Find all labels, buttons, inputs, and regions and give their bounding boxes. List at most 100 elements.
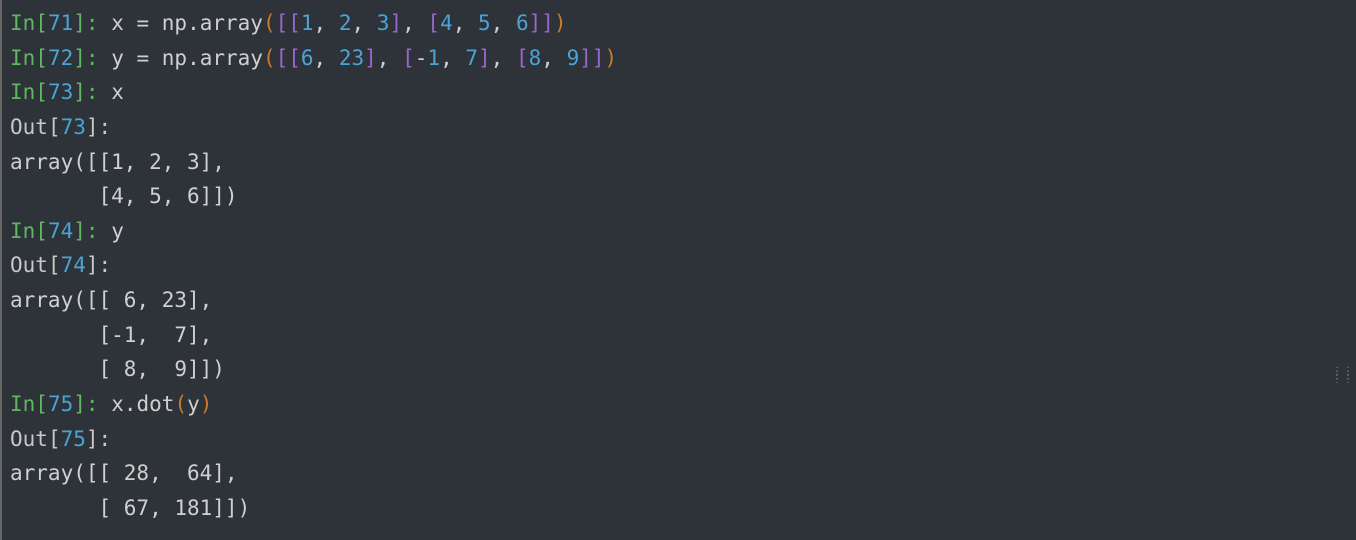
in-prompt-rbracket: ] xyxy=(73,11,86,35)
in-prompt-label: In xyxy=(10,80,35,104)
in-prompt-lbracket: [ xyxy=(35,46,48,70)
bracket: [ xyxy=(427,11,440,35)
number-literal: 2 xyxy=(339,11,352,35)
in-prompt-rbracket: ] xyxy=(73,46,86,70)
prompt-colon: : xyxy=(99,253,112,277)
minus-sign: - xyxy=(415,46,428,70)
space xyxy=(99,46,112,70)
in-prompt-lbracket: [ xyxy=(35,80,48,104)
number-literal: 23 xyxy=(339,46,364,70)
output-prompt-73: Out[73]: xyxy=(10,110,1356,145)
number-literal: 7 xyxy=(465,46,478,70)
in-prompt-label: In xyxy=(10,11,35,35)
output-prompt-74: Out[74]: xyxy=(10,248,1356,283)
prompt-colon: : xyxy=(86,46,99,70)
output-line: [ 67, 181]]) xyxy=(10,491,1356,526)
out-prompt-label: Out xyxy=(10,427,48,451)
input-line-74[interactable]: In[74]: y xyxy=(10,214,1356,249)
prompt-colon: : xyxy=(86,80,99,104)
code-segment: y xyxy=(187,392,200,416)
out-prompt-lbracket: [ xyxy=(48,253,61,277)
in-prompt-rbracket: ] xyxy=(73,392,86,416)
in-prompt-label: In xyxy=(10,46,35,70)
prompt-number: 74 xyxy=(61,253,86,277)
output-line: [ 8, 9]]) xyxy=(10,352,1356,387)
code-segment: y xyxy=(111,219,124,243)
bracket: [[ xyxy=(276,11,301,35)
resize-handle-icon[interactable]: ⋮⋮⋮⋮⋮⋮ xyxy=(1332,370,1354,382)
code-segment: y = np.array xyxy=(111,46,263,70)
number-literal: 4 xyxy=(440,11,453,35)
input-line-75[interactable]: In[75]: x.dot(y) xyxy=(10,387,1356,422)
comma: , xyxy=(314,46,339,70)
in-prompt-label: In xyxy=(10,392,35,416)
bracket: [ xyxy=(402,46,415,70)
bracket: [[ xyxy=(276,46,301,70)
prompt-number: 71 xyxy=(48,11,73,35)
input-line-71[interactable]: In[71]: x = np.array([[1, 2, 3], [4, 5, … xyxy=(10,6,1356,41)
number-literal: 3 xyxy=(377,11,390,35)
in-prompt-lbracket: [ xyxy=(35,392,48,416)
number-literal: 6 xyxy=(301,46,314,70)
out-prompt-lbracket: [ xyxy=(48,427,61,451)
in-prompt-label: In xyxy=(10,219,35,243)
prompt-number: 75 xyxy=(48,392,73,416)
space xyxy=(99,80,112,104)
number-literal: 9 xyxy=(567,46,580,70)
prompt-number: 72 xyxy=(48,46,73,70)
prompt-number: 75 xyxy=(61,427,86,451)
ipython-console[interactable]: In[71]: x = np.array([[1, 2, 3], [4, 5, … xyxy=(0,0,1356,540)
number-literal: 1 xyxy=(301,11,314,35)
comma: , xyxy=(453,11,478,35)
paren-close: ) xyxy=(554,11,567,35)
bracket: ]] xyxy=(579,46,604,70)
code-segment: x.dot xyxy=(111,392,174,416)
bracket: ] xyxy=(389,11,402,35)
paren-open: ( xyxy=(263,11,276,35)
input-line-73[interactable]: In[73]: x xyxy=(10,75,1356,110)
number-literal: 8 xyxy=(529,46,542,70)
code-segment: x = np.array xyxy=(111,11,263,35)
bracket: [ xyxy=(516,46,529,70)
space xyxy=(99,219,112,243)
prompt-number: 73 xyxy=(61,115,86,139)
out-prompt-rbracket: ] xyxy=(86,427,99,451)
paren-close: ) xyxy=(605,46,618,70)
comma: , xyxy=(402,11,427,35)
output-prompt-75: Out[75]: xyxy=(10,422,1356,457)
comma: , xyxy=(440,46,465,70)
in-prompt-lbracket: [ xyxy=(35,11,48,35)
number-literal: 6 xyxy=(516,11,529,35)
out-prompt-rbracket: ] xyxy=(86,115,99,139)
prompt-colon: : xyxy=(86,11,99,35)
code-segment: x xyxy=(111,80,124,104)
number-literal: 5 xyxy=(478,11,491,35)
bracket: ] xyxy=(478,46,491,70)
number-literal: 1 xyxy=(427,46,440,70)
out-prompt-label: Out xyxy=(10,253,48,277)
in-prompt-lbracket: [ xyxy=(35,219,48,243)
comma: , xyxy=(377,46,402,70)
prompt-colon: : xyxy=(86,219,99,243)
in-prompt-rbracket: ] xyxy=(73,80,86,104)
output-line: [-1, 7], xyxy=(10,318,1356,353)
space xyxy=(99,11,112,35)
input-line-72[interactable]: In[72]: y = np.array([[6, 23], [-1, 7], … xyxy=(10,41,1356,76)
comma: , xyxy=(491,46,516,70)
prompt-number: 73 xyxy=(48,80,73,104)
prompt-colon: : xyxy=(86,392,99,416)
paren-open: ( xyxy=(263,46,276,70)
paren-open: ( xyxy=(174,392,187,416)
comma: , xyxy=(541,46,566,70)
comma: , xyxy=(491,11,516,35)
comma: , xyxy=(352,11,377,35)
prompt-colon: : xyxy=(99,115,112,139)
out-prompt-rbracket: ] xyxy=(86,253,99,277)
out-prompt-label: Out xyxy=(10,115,48,139)
out-prompt-lbracket: [ xyxy=(48,115,61,139)
comma: , xyxy=(314,11,339,35)
prompt-colon: : xyxy=(99,427,112,451)
in-prompt-rbracket: ] xyxy=(73,219,86,243)
output-line: array([[1, 2, 3], xyxy=(10,145,1356,180)
prompt-number: 74 xyxy=(48,219,73,243)
